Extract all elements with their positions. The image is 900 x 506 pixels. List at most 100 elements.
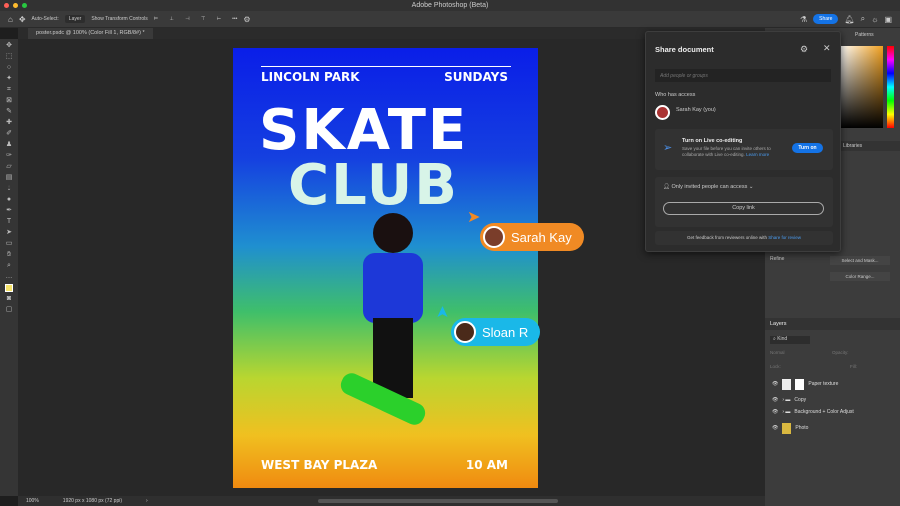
collaborator-cursor-sarah: Sarah Kay: [480, 223, 584, 251]
stamp-icon[interactable]: ♟: [5, 141, 13, 149]
maximize-window-button[interactable]: [22, 3, 27, 8]
blur-icon[interactable]: 💧︎: [5, 185, 13, 193]
poster-headline-2: CLUB: [288, 153, 459, 218]
pen-icon[interactable]: ✒: [5, 207, 13, 215]
gear-icon[interactable]: ⚙: [243, 15, 250, 24]
close-window-button[interactable]: [4, 3, 9, 8]
lightbulb-icon[interactable]: ☼: [871, 15, 878, 24]
lock-label: Lock:: [770, 364, 781, 369]
minimize-window-button[interactable]: [13, 3, 18, 8]
share-panel-title: Share document: [655, 45, 714, 54]
home-icon[interactable]: ⌂: [8, 15, 13, 24]
layer-filter-dropdown[interactable]: ⌕ Kind: [770, 336, 810, 344]
document-dimensions: 1920 px x 1080 px (72 ppi): [62, 498, 123, 504]
tab-libraries[interactable]: Libraries: [843, 141, 862, 151]
crop-icon[interactable]: ⌗: [5, 86, 13, 94]
layer-row[interactable]: 👁︎ Photo: [765, 421, 900, 435]
layers-panel-title: Layers: [770, 321, 787, 327]
brush-icon[interactable]: ✐: [5, 130, 13, 138]
color-range-button[interactable]: Color Range...: [830, 272, 890, 281]
auto-select-label[interactable]: Auto-Select:: [32, 16, 59, 22]
layer-name: Background + Color Adjust: [794, 409, 854, 415]
tab-patterns[interactable]: Patterns: [855, 32, 874, 38]
layer-name: Copy: [794, 397, 807, 403]
zoom-level[interactable]: 100%: [26, 496, 39, 506]
workspace-icon[interactable]: ▣: [884, 15, 892, 24]
share-document-panel: Share document ⚙ ✕ Who has access Sarah …: [645, 31, 841, 252]
show-transform-checkbox[interactable]: Show Transform Controls: [91, 16, 147, 22]
poster-artwork[interactable]: LINCOLN PARK SUNDAYS SKATE CLUB WEST BAY…: [233, 48, 538, 488]
layer-name: Paper texture: [808, 381, 839, 387]
eyedropper-icon[interactable]: ✎: [5, 108, 13, 116]
poster-bottom-right: 10 AM: [465, 458, 508, 472]
lasso-icon[interactable]: ○: [5, 64, 13, 72]
move-tool-icon[interactable]: ✥: [19, 15, 26, 24]
move-icon[interactable]: ✥: [5, 42, 13, 50]
layer-row[interactable]: 👁︎ Paper texture: [765, 377, 900, 391]
coedit-card: ➢ Turn on Live co-editing Save your file…: [655, 129, 833, 170]
eye-icon[interactable]: 👁︎: [772, 409, 778, 415]
eraser-icon[interactable]: ▱: [5, 163, 13, 171]
hand-icon[interactable]: ✋︎: [5, 251, 13, 259]
search-icon[interactable]: ⌕: [861, 14, 865, 24]
color-swatches[interactable]: [5, 284, 13, 292]
horizontal-scrollbar[interactable]: [318, 499, 558, 503]
folder-icon: › ▬: [782, 397, 791, 403]
fill-label[interactable]: Fill:: [850, 364, 857, 369]
more-options-button[interactable]: •••: [232, 16, 237, 22]
healing-icon[interactable]: ✚: [5, 119, 13, 127]
history-brush-icon[interactable]: ✑: [5, 152, 13, 160]
magic-wand-icon[interactable]: ✦: [5, 75, 13, 83]
avatar: [454, 321, 476, 343]
turn-on-button[interactable]: Turn on: [792, 143, 823, 153]
folder-icon: › ▬: [782, 409, 791, 415]
copy-link-button[interactable]: Copy link: [663, 202, 824, 215]
poster-top-right: SUNDAYS: [444, 70, 508, 84]
zoom-icon[interactable]: ⌕: [5, 262, 13, 270]
chevron-right-icon[interactable]: ›: [146, 496, 148, 506]
collaborator-name: Sloan R: [482, 324, 529, 340]
quick-mask-icon[interactable]: ◙: [5, 295, 13, 303]
feedback-card: Get feedback from reviewers online with …: [655, 231, 833, 245]
gradient-icon[interactable]: ▤: [5, 174, 13, 182]
poster-top-left: LINCOLN PARK: [261, 70, 360, 84]
blend-mode-dropdown[interactable]: Normal: [770, 350, 785, 355]
poster-bottom-left: WEST BAY PLAZA: [261, 458, 378, 472]
eye-icon[interactable]: 👁︎: [772, 397, 778, 403]
dodge-icon[interactable]: ●: [5, 196, 13, 204]
gear-icon[interactable]: ⚙: [800, 44, 808, 55]
hue-slider[interactable]: [887, 46, 894, 128]
path-select-icon[interactable]: ➤: [5, 229, 13, 237]
frame-icon[interactable]: ⊠: [5, 97, 13, 105]
eye-icon[interactable]: 👁︎: [772, 425, 778, 431]
eye-icon[interactable]: 👁︎: [772, 381, 778, 387]
access-dropdown[interactable]: 👤︎ Only invited people can access ⌄: [663, 184, 753, 190]
type-icon[interactable]: T: [5, 218, 13, 226]
status-bar: 100% 1920 px x 1080 px (72 ppi) ›: [18, 496, 765, 506]
skater-photo: [337, 213, 438, 433]
color-picker-field[interactable]: [840, 46, 883, 128]
layer-name: Photo: [795, 425, 809, 431]
shape-icon[interactable]: ▭: [5, 240, 13, 248]
share-for-review-link[interactable]: Share for review: [768, 235, 801, 240]
marquee-icon[interactable]: ⬚: [5, 53, 13, 61]
more-tools-icon[interactable]: …: [5, 273, 13, 281]
toolbar: ✥ ⬚ ○ ✦ ⌗ ⊠ ✎ ✚ ✐ ♟ ✑ ▱ ▤ 💧︎ ● ✒ T ➤ ▭ ✋…: [0, 39, 18, 496]
share-button[interactable]: Share: [813, 14, 839, 24]
layer-row[interactable]: 👁︎ › ▬ Background + Color Adjust: [765, 405, 900, 419]
collaborator-cursor-sloan: Sloan R: [451, 318, 541, 346]
avatar: [655, 105, 670, 120]
select-and-mask-button[interactable]: Select and Mask...: [830, 256, 890, 265]
screen-mode-icon[interactable]: ▢: [5, 306, 13, 314]
flask-icon[interactable]: ⚗: [800, 15, 807, 24]
learn-more-link[interactable]: Learn more: [746, 152, 769, 157]
owner-name: Sarah Kay (you): [676, 107, 716, 113]
document-tab[interactable]: poster.psdc @ 100% (Color Fill 1, RGB/8#…: [28, 28, 153, 39]
bell-icon[interactable]: 🔔︎: [844, 15, 854, 24]
add-people-input[interactable]: [655, 69, 831, 82]
coedit-icon: ➢: [663, 142, 673, 154]
auto-select-dropdown[interactable]: Layer: [64, 15, 86, 23]
align-icons[interactable]: ⊨ ⊥ ⊣ ⊤ ⊢: [154, 16, 226, 22]
close-icon[interactable]: ✕: [823, 43, 831, 54]
opacity-label[interactable]: Opacity:: [832, 350, 849, 355]
